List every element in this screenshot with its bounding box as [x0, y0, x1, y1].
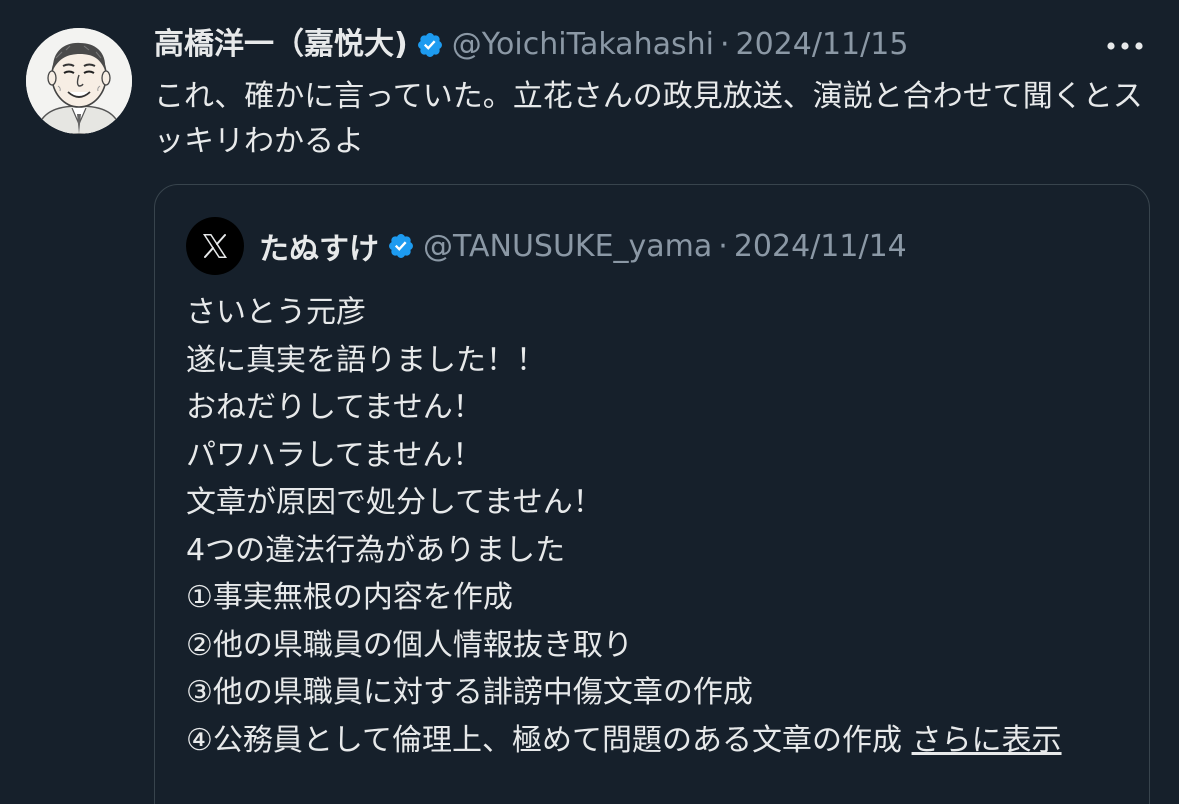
header-separator: · [719, 27, 730, 62]
verified-badge-icon[interactable] [387, 232, 415, 260]
more-dots-icon [1107, 42, 1143, 50]
quoted-tweet-header: たぬすけ @TANUSUKE_yama · 2024/11/14 [259, 223, 907, 269]
more-options-button[interactable] [1100, 28, 1150, 64]
quoted-text-line: 文章が原因で処分してません！ [186, 485, 603, 520]
author-name[interactable]: 高橋洋一（嘉悦大) [154, 22, 408, 68]
quoted-text-line: 遂に真実を語りました！！ [186, 342, 546, 378]
show-more-link[interactable]: さらに表示 [912, 723, 1062, 758]
quoted-tweet-card[interactable]: たぬすけ @TANUSUKE_yama · 2024/11/14 さいとう元彦 … [154, 184, 1150, 804]
x-logo-icon [202, 234, 228, 258]
tweet-header: 高橋洋一（嘉悦大) @YoichiTakahashi · 2024/11/15 [154, 22, 908, 68]
quoted-text-line: ②他の県職員の個人情報抜き取り [186, 627, 633, 663]
quoted-author-handle[interactable]: @TANUSUKE_yama [423, 229, 712, 264]
quoted-header-separator: · [718, 228, 728, 264]
author-avatar[interactable] [26, 28, 132, 134]
tweet-date[interactable]: 2024/11/15 [736, 22, 909, 68]
quoted-text-last-line: ④公務員として倫理上、極めて問題のある文章の作成 さらに表示 [186, 723, 1062, 758]
quoted-text-line: おねだりしてません！ [186, 390, 483, 425]
quoted-text-line: さいとう元彦 [186, 295, 366, 330]
quoted-author-avatar[interactable] [186, 217, 244, 275]
quoted-text-line: ④公務員として倫理上、極めて問題のある文章の作成 [186, 722, 902, 758]
author-handle[interactable]: @YoichiTakahashi [452, 22, 714, 68]
quoted-text-line: 4つの違法行為がありました [186, 532, 566, 568]
quoted-author-name[interactable]: たぬすけ [259, 224, 379, 268]
quoted-text-line: ③他の県職員に対する誹謗中傷文章の作成 [186, 675, 753, 710]
quoted-tweet-text: さいとう元彦 遂に真実を語りました！！ おねだりしてません！ パワハラしてません… [186, 289, 1126, 764]
quoted-text-line: パワハラしてません！ [186, 437, 483, 473]
quoted-tweet-date[interactable]: 2024/11/14 [734, 229, 907, 264]
verified-badge-icon[interactable] [416, 31, 444, 59]
quoted-text-line: ①事実無根の内容を作成 [186, 580, 513, 615]
tweet-text: これ、確かに言っていた。立花さんの政見放送、演説と合わせて聞くとスッキリわかるよ [154, 79, 1143, 159]
